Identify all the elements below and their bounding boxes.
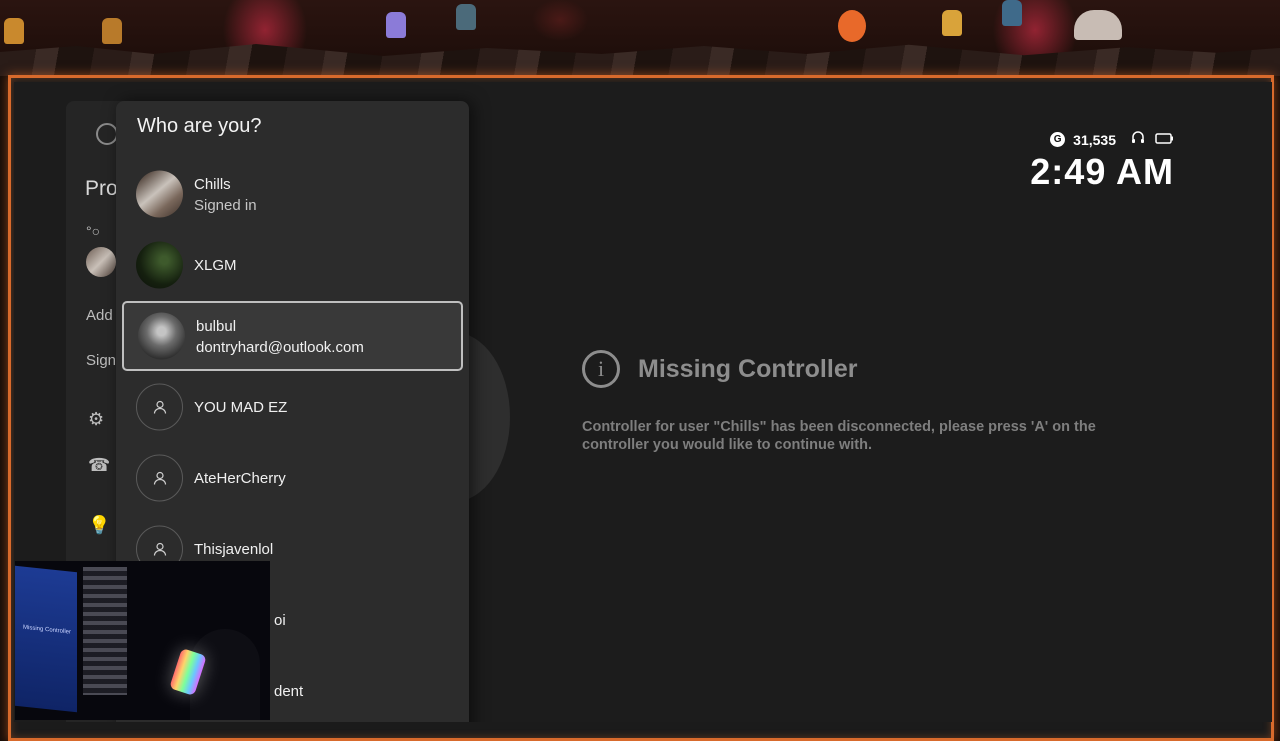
game-character-sprite: [102, 18, 122, 44]
settings-gear-icon[interactable]: ⚙: [88, 409, 104, 430]
stream-overlay-banner: [0, 0, 1280, 76]
account-status: Signed in: [194, 197, 257, 214]
account-name: Thisjavenlol: [194, 541, 274, 558]
guide-title: Pro: [85, 177, 118, 200]
webcam-screen-caption: Missing Controller: [23, 624, 72, 636]
game-character-sprite: [942, 10, 962, 36]
xbox-logo-icon: [96, 123, 118, 145]
dialog-title: Missing Controller: [638, 354, 858, 383]
gamerscore-icon: G: [1050, 132, 1066, 147]
account-name: AteHerCherry: [194, 470, 286, 487]
webcam-shelf: [83, 567, 127, 695]
account-email: dontryhard@outlook.com: [196, 339, 364, 356]
status-area: G 31,535 2:49 AM: [1030, 130, 1174, 193]
tips-lightbulb-icon[interactable]: 💡: [88, 515, 110, 536]
gamerscore-value: 31,535: [1073, 131, 1116, 148]
person-icon: [136, 454, 183, 502]
guide-add-item[interactable]: Add: [86, 307, 113, 324]
person-icon: [136, 383, 183, 431]
game-character-sprite: [1002, 0, 1022, 26]
dialog-message: Controller for user "Chills" has been di…: [582, 419, 1096, 453]
avatar: [136, 241, 183, 289]
account-name: Chills: [194, 176, 231, 193]
guide-sign-item[interactable]: Sign: [86, 352, 116, 369]
game-character-sprite: [1074, 10, 1122, 40]
headset-icon: [1130, 130, 1146, 149]
battery-icon: [1154, 131, 1174, 148]
avatar: [138, 312, 185, 360]
presence-icon: °○: [86, 223, 101, 239]
game-character-sprite: [386, 12, 406, 38]
missing-controller-dialog: i Missing Controller Controller for user…: [582, 350, 1142, 454]
account-item-ateherchery[interactable]: AteHerCherry: [122, 445, 463, 511]
account-name: dent: [274, 683, 304, 700]
account-item-xlgm[interactable]: XLGM: [122, 232, 463, 298]
phone-icon[interactable]: ☎: [88, 455, 110, 476]
clock: 2:49 AM: [1030, 151, 1174, 192]
game-character-sprite: [456, 4, 476, 30]
game-character-sprite: [838, 10, 866, 42]
webcam-overlay: Missing Controller: [15, 561, 270, 720]
account-name: oi: [274, 612, 286, 629]
account-name: YOU MAD EZ: [194, 399, 288, 416]
game-character-sprite: [4, 18, 24, 44]
account-item-you-mad-ez[interactable]: YOU MAD EZ: [122, 374, 463, 440]
account-item-bulbul[interactable]: bulbul dontryhard@outlook.com: [122, 301, 463, 371]
account-name: XLGM: [194, 257, 237, 274]
webcam-monitor: Missing Controller: [15, 565, 77, 713]
rock-ledge-decoration: [0, 44, 1280, 76]
account-picker-title: Who are you?: [137, 115, 262, 137]
account-item-chills[interactable]: Chills Signed in: [122, 161, 463, 227]
guide-avatar: [86, 247, 116, 277]
account-name: bulbul: [196, 318, 237, 335]
avatar: [136, 170, 183, 218]
info-icon: i: [582, 350, 620, 388]
